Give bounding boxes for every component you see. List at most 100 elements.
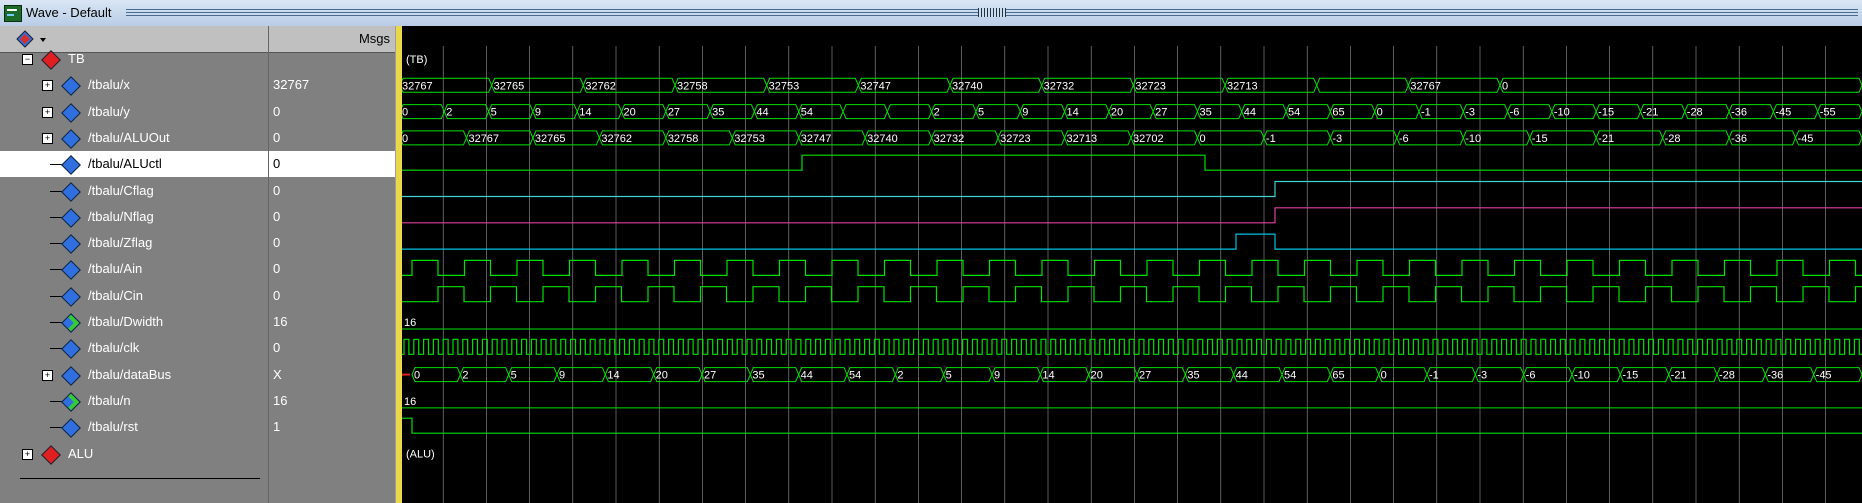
value-row[interactable]: 0 [269,335,396,361]
dwidth-value: 16 [404,317,416,329]
msgs-header: Msgs [358,31,390,46]
instance-icon [41,50,61,70]
bus-value: -45 [1775,107,1791,119]
bus-value: -10 [1554,107,1570,119]
bus-segment [1499,77,1862,93]
signal-row[interactable]: /tbalu/rst [0,414,268,440]
bus-value: -15 [1622,370,1638,382]
value-row[interactable]: X [269,362,396,388]
value-row[interactable]: 0 [269,283,396,309]
bus-segment [1316,77,1409,93]
signal-icon [61,391,81,412]
bus-value: 0 [402,107,408,119]
bus-value: 65 [1332,107,1344,119]
bus-value: 9 [994,370,1000,382]
expand-icon[interactable]: + [42,106,53,118]
bus-value: 0 [402,133,408,145]
signal-row[interactable]: /tbalu/Zflag [0,230,268,256]
signal-icon [61,365,81,386]
signal-row[interactable]: + /tbalu/ALUOut [0,125,268,151]
value-row[interactable]: 0 [269,256,396,282]
bus-value: -28 [1719,370,1735,382]
bus-value: 20 [1111,107,1123,119]
value-row[interactable]: 1 [269,414,396,440]
signal-row[interactable]: /tbalu/Dwidth [0,309,268,335]
bus-value: -36 [1731,133,1747,145]
signal-value: X [273,366,282,382]
value-row[interactable]: 0 [269,230,396,256]
value-row[interactable] [269,441,396,467]
bus-value: 32723 [1000,133,1031,145]
value-row[interactable]: 0 [269,99,396,125]
signal-icon [61,207,81,228]
signal-names-pane: − TB + /tbalu/x + /tbalu/y + /tbalu/ALUOut/tbal… [0,26,268,503]
bus-value: 35 [1199,107,1211,119]
signal-row[interactable]: + ALU [0,441,268,467]
bus-value: -6 [1526,370,1536,382]
bus-value: 32765 [535,133,566,145]
signal-row[interactable]: + /tbalu/y [0,99,268,125]
signal-row[interactable]: /tbalu/Cin [0,283,268,309]
signal-icon [61,313,81,333]
signal-name: /tbalu/ALUOut [88,129,170,145]
expand-icon[interactable]: + [42,369,53,381]
bit-wave [400,338,1862,355]
bus-value: 27 [704,370,716,382]
bus-segment [1196,130,1265,146]
value-row[interactable]: 0 [269,151,396,178]
signal-row[interactable]: /tbalu/clk [0,335,268,361]
signal-row[interactable]: − TB [0,46,268,72]
bus-value: 9 [559,370,565,382]
bus-value: 54 [1288,107,1300,119]
value-row[interactable]: 0 [269,178,396,204]
value-row[interactable]: 16 [269,388,396,414]
signal-name: /tbalu/Zflag [88,235,153,251]
value-row[interactable]: 32767 [269,72,396,98]
bus-value: 14 [607,370,619,382]
value-row[interactable]: 0 [269,125,396,151]
signal-row[interactable]: /tbalu/n [0,388,268,414]
bus-value: -1 [1421,107,1431,119]
expand-icon[interactable]: + [42,132,53,144]
waveform-pane[interactable]: (TB) 32767 32765 32762 32758 32753 32747 32740 3… [400,26,1862,503]
signal-name: /tbalu/clk [88,340,140,356]
signal-row[interactable]: /tbalu/Ain [0,256,268,282]
signal-value: 0 [273,235,281,251]
signal-icon [61,128,81,149]
bus-value: 9 [1022,107,1028,119]
signal-name: /tbalu/Cflag [88,182,154,198]
signal-value: 0 [273,287,281,303]
bus-value: 27 [1155,107,1167,119]
bus-value: 32713 [1067,133,1098,145]
alu-label: (ALU) [406,449,435,461]
expand-icon[interactable]: + [22,448,33,460]
window-title-bar[interactable]: Wave - Default [0,0,1862,27]
value-row[interactable]: 0 [269,204,396,230]
title-grip-knob[interactable] [978,8,1006,17]
signal-icon [61,181,81,202]
bus-value: -3 [1332,133,1342,145]
signal-name: /tbalu/dataBus [88,366,172,382]
bus-value: 35 [752,370,764,382]
signal-value: 0 [273,129,281,145]
collapse-icon[interactable]: − [22,54,33,65]
waveform-canvas[interactable]: (TB) 32767 32765 32762 32758 32753 32747 32740 3… [400,26,1862,503]
signal-row[interactable]: /tbalu/ALUctl [0,151,268,178]
signal-row[interactable]: + /tbalu/dataBus [0,362,268,388]
signal-row[interactable]: /tbalu/Cflag [0,178,268,204]
bus-value: 32767 [468,133,499,145]
expand-icon[interactable]: + [42,80,53,92]
signal-name: /tbalu/Dwidth [88,314,164,329]
value-row[interactable] [269,46,396,72]
signal-row[interactable]: + /tbalu/x [0,72,268,98]
bus-value: -45 [1816,370,1832,382]
signal-value: 1 [273,419,281,435]
bus-value: 32713 [1227,80,1258,92]
signal-value: 0 [273,340,281,356]
value-row[interactable]: 16 [269,309,396,335]
signal-value: 0 [273,261,281,277]
bus-value: -3 [1465,107,1475,119]
signal-name: ALU [68,445,94,461]
bit-wave [400,207,1862,224]
signal-row[interactable]: /tbalu/Nflag [0,204,268,230]
